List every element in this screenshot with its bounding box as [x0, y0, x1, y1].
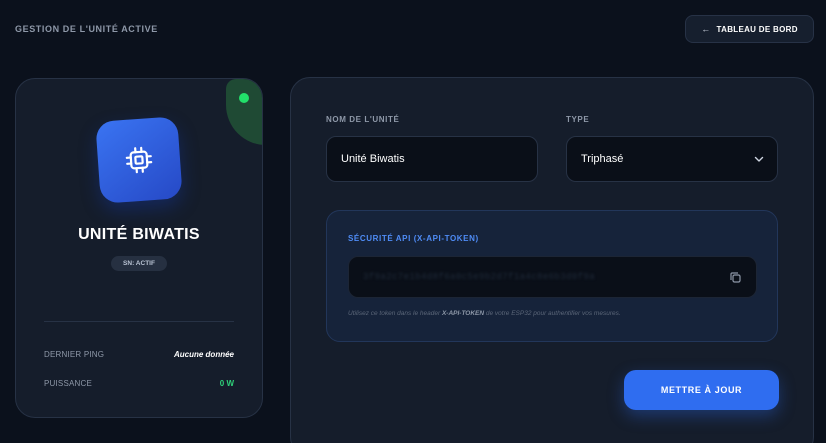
chevron-down-icon	[754, 156, 764, 162]
copy-icon[interactable]	[729, 271, 742, 284]
status-indicator-background	[226, 79, 262, 145]
unit-name-input[interactable]: Unité Biwatis	[326, 136, 538, 182]
api-help-prefix: Utilisez ce token dans le header	[348, 310, 442, 317]
unit-type-select[interactable]: Triphasé	[566, 136, 778, 182]
power-label: PUISSANCE	[44, 379, 93, 388]
api-security-title: SÉCURITÉ API (X-API-TOKEN)	[348, 234, 479, 243]
dashboard-back-button[interactable]: ← TABLEAU DE BORD	[685, 15, 814, 43]
cpu-chip-icon	[95, 116, 183, 204]
unit-management-page: GESTION DE L'UNITÉ ACTIVE ← TABLEAU DE B…	[0, 0, 826, 443]
unit-type-label: TYPE	[566, 115, 590, 124]
unit-name-label: NOM DE L'UNITÉ	[326, 115, 400, 124]
unit-name-heading: UNITÉ BIWATIS	[78, 226, 200, 243]
last-ping-label: DERNIER PING	[44, 350, 105, 359]
last-ping-value: Aucune donnée	[173, 350, 234, 359]
unit-settings-form: NOM DE L'UNITÉ TYPE Unité Biwatis Tripha…	[290, 77, 814, 443]
unit-summary-card: UNITÉ BIWATIS SN: ACTIF DERNIER PING Auc…	[15, 78, 263, 418]
api-token-field[interactable]: 3f9a2c7e1b4d8f6a0c5e9b2d7f1a4c8e6b3d0f9a	[348, 256, 757, 298]
arrow-left-icon: ←	[701, 24, 711, 34]
section-title: GESTION DE L'UNITÉ ACTIVE	[15, 24, 158, 34]
back-button-label: TABLEAU DE BORD	[716, 24, 798, 34]
api-security-panel: SÉCURITÉ API (X-API-TOKEN) 3f9a2c7e1b4d8…	[326, 210, 778, 342]
api-help-suffix: de votre ESP32 pour authentifier vos mes…	[484, 310, 621, 317]
api-help-text: Utilisez ce token dans le header X-API-T…	[348, 310, 621, 317]
unit-type-selected-value: Triphasé	[581, 153, 624, 165]
api-help-header: X-API-TOKEN	[441, 310, 485, 317]
card-divider	[44, 321, 234, 322]
power-value: 0 W	[219, 379, 234, 388]
online-status-dot	[239, 93, 249, 103]
update-button[interactable]: METTRE À JOUR	[624, 370, 779, 410]
api-token-value: 3f9a2c7e1b4d8f6a0c5e9b2d7f1a4c8e6b3d0f9a	[363, 272, 596, 282]
status-badge: SN: ACTIF	[111, 256, 167, 271]
unit-name-input-value: Unité Biwatis	[341, 153, 405, 165]
